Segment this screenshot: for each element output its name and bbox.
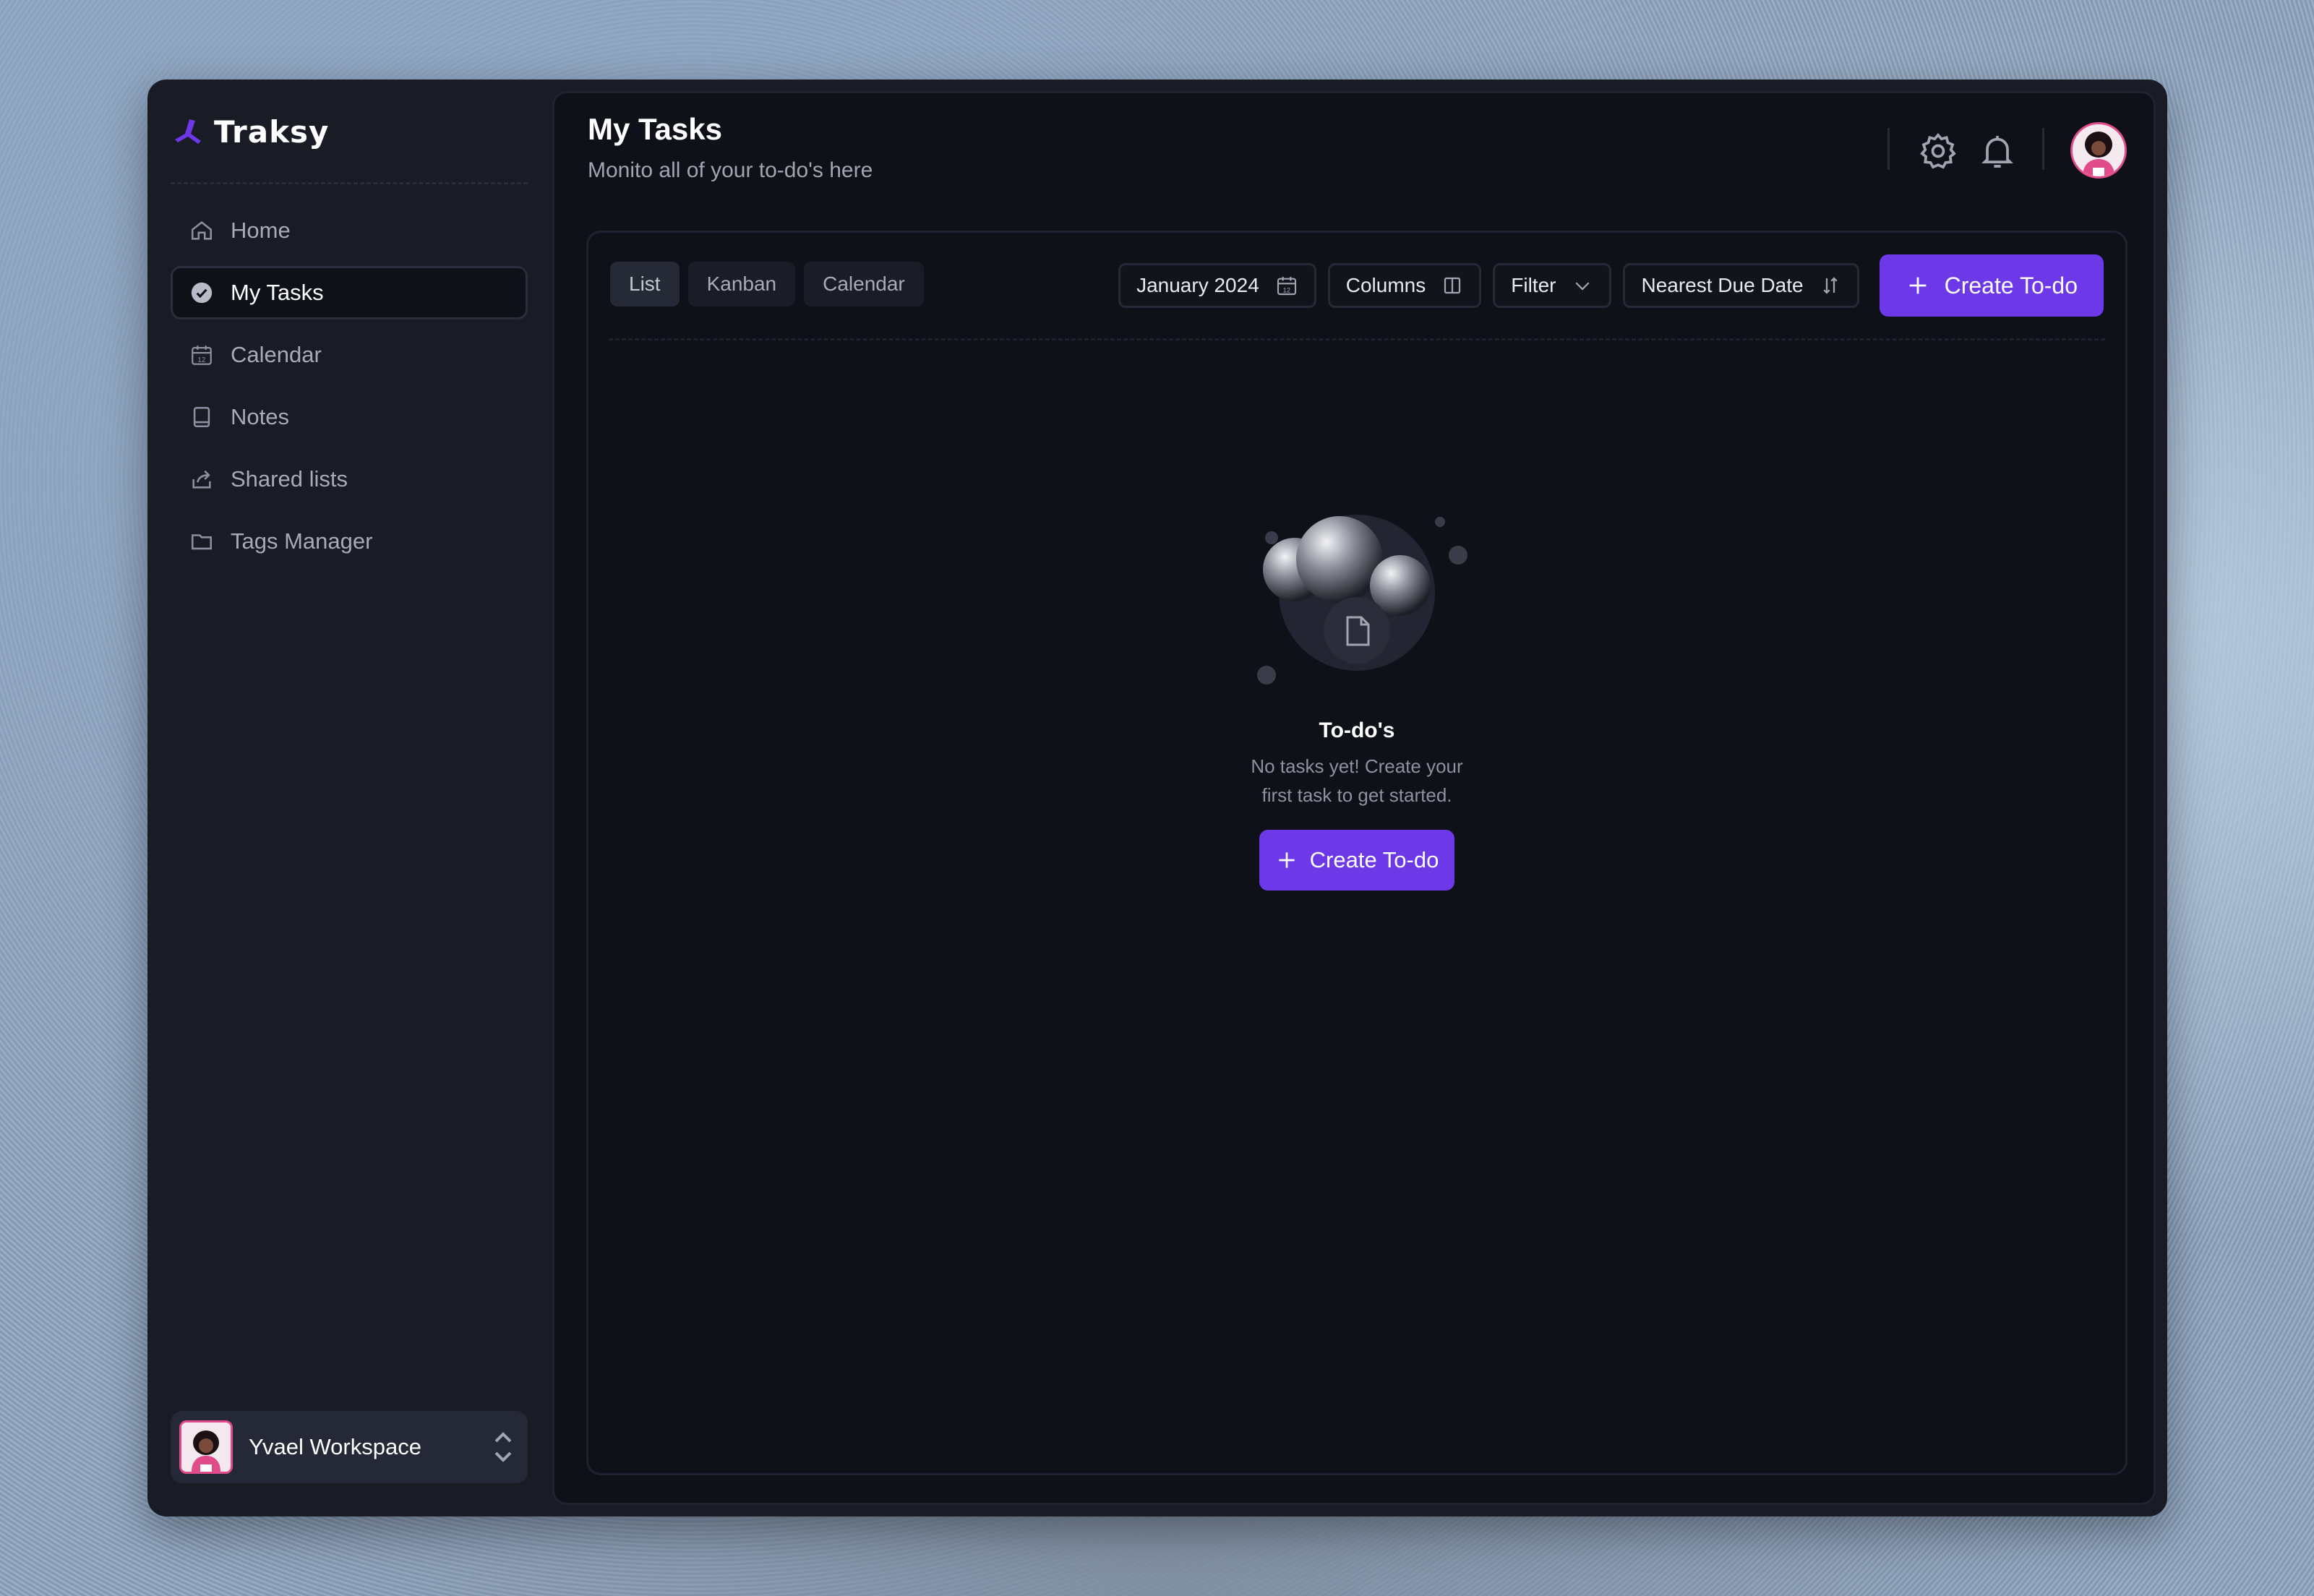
notebook-icon	[189, 404, 215, 430]
page-subtitle: Monito all of your to-do's here	[588, 158, 873, 182]
calendar-icon: 12	[1277, 277, 1296, 296]
tasks-panel: List Kanban Calendar January 2024 12 Col…	[586, 231, 2127, 1475]
sort-icon	[1823, 277, 1838, 294]
sidebar-item-label: Tags Manager	[231, 528, 373, 554]
logo-text: Traksy	[214, 114, 330, 150]
sidebar-item-home[interactable]: Home	[171, 204, 528, 257]
sidebar-item-label: Notes	[231, 404, 289, 429]
sidebar-item-label: Calendar	[231, 342, 322, 367]
home-icon	[189, 218, 215, 244]
empty-state-text: No tasks yet! Create your first task to …	[1251, 755, 1463, 806]
workspace-avatar	[179, 1420, 233, 1474]
workspace-switcher[interactable]: Yvael Workspace	[171, 1411, 528, 1483]
sidebar-item-my-tasks[interactable]: My Tasks	[171, 266, 528, 319]
create-todo-label: Create To-do	[1944, 272, 2078, 299]
settings-icon[interactable]	[1918, 131, 1958, 171]
panel-divider	[609, 338, 2105, 340]
sidebar-item-label: Home	[231, 218, 291, 243]
sidebar-item-tags-manager[interactable]: Tags Manager	[171, 515, 528, 568]
tab-kanban[interactable]: Kanban	[687, 262, 796, 306]
share-icon	[189, 466, 215, 492]
plus-icon	[1279, 852, 1295, 868]
sort-button[interactable]: Nearest Due Date	[1623, 263, 1859, 308]
tab-list[interactable]: List	[610, 262, 680, 306]
empty-state-illustration	[1257, 515, 1467, 685]
chevron-up-down-icon[interactable]	[489, 1425, 518, 1469]
main-content: My Tasks Monito all of your to-do's here…	[552, 91, 2156, 1505]
date-picker-button[interactable]: January 2024 12	[1118, 263, 1316, 308]
bell-icon[interactable]	[1977, 131, 2018, 171]
logo[interactable]: Traksy	[171, 114, 329, 150]
sidebar-item-notes[interactable]: Notes	[171, 390, 528, 444]
sidebar: Traksy Home My Tasks 12 Calendar Notes S…	[147, 80, 552, 1516]
svg-text:12: 12	[197, 356, 206, 364]
check-circle-icon	[189, 280, 215, 306]
header-divider	[1887, 128, 1890, 170]
logo-icon	[175, 119, 201, 144]
columns-label: Columns	[1345, 274, 1426, 296]
toolbar: January 2024 12 Columns Filter Nearest D…	[1118, 254, 2104, 317]
sort-label: Nearest Due Date	[1641, 274, 1804, 296]
chevron-down-icon	[1575, 282, 1590, 291]
view-tabs: List Kanban Calendar	[610, 262, 924, 306]
sidebar-item-label: Shared lists	[231, 466, 348, 492]
columns-icon	[1444, 277, 1461, 294]
columns-button[interactable]: Columns	[1327, 263, 1482, 308]
folder-icon	[189, 528, 215, 554]
plus-icon	[1909, 277, 1926, 294]
filter-button[interactable]: Filter	[1493, 263, 1612, 308]
avatar[interactable]	[2070, 122, 2127, 179]
sidebar-item-calendar[interactable]: 12 Calendar	[171, 328, 528, 382]
svg-text:12: 12	[1282, 286, 1290, 293]
sidebar-item-label: My Tasks	[231, 280, 324, 305]
empty-state-title: To-do's	[1319, 718, 1395, 742]
app-window: Traksy Home My Tasks 12 Calendar Notes S…	[147, 80, 2167, 1516]
workspace-name: Yvael Workspace	[249, 1434, 421, 1459]
page-title: My Tasks	[588, 112, 722, 146]
empty-state-create-button[interactable]: Create To-do	[1259, 830, 1455, 891]
create-todo-button[interactable]: Create To-do	[1879, 254, 2104, 317]
sidebar-nav: Home My Tasks 12 Calendar Notes Shared l…	[171, 204, 528, 577]
empty-state-button-label: Create To-do	[1309, 847, 1439, 872]
calendar-icon: 12	[189, 342, 215, 368]
filter-label: Filter	[1511, 274, 1556, 296]
tab-calendar[interactable]: Calendar	[804, 262, 924, 306]
sidebar-item-shared-lists[interactable]: Shared lists	[171, 452, 528, 506]
date-label: January 2024	[1136, 274, 1259, 296]
empty-state: To-do's No tasks yet! Create your first …	[588, 507, 2125, 891]
sidebar-divider	[171, 182, 528, 184]
header-divider	[2042, 128, 2044, 170]
